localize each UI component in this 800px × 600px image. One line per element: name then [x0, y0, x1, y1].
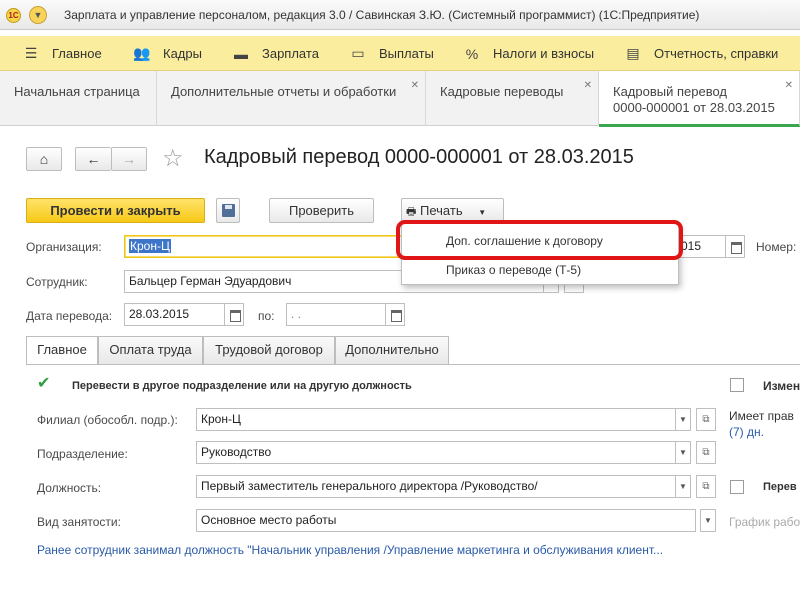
section-payments[interactable]: ▭ Выплаты	[349, 36, 434, 71]
section-reports[interactable]: ▤ Отчетность, справки	[624, 36, 778, 71]
department-label: Подразделение:	[37, 447, 128, 461]
organization-field[interactable]: Крон-Ц	[124, 235, 404, 258]
main-menu-button[interactable]: ▼	[29, 6, 47, 24]
transfer-checkbox[interactable]: ✔	[37, 376, 50, 392]
employment-type-dropdown-icon[interactable]: ▼	[700, 509, 716, 532]
department-dropdown-icon[interactable]: ▼	[675, 441, 691, 464]
branch-label: Филиал (обособл. подр.):	[37, 413, 178, 427]
vacation-days-link[interactable]: (7) дн.	[729, 425, 764, 439]
section-salary[interactable]: ▬ Зарплата	[232, 36, 319, 71]
print-menu-item-transfer-order[interactable]: Приказ о переводе (Т-5)	[402, 256, 680, 284]
reports-icon: ▤	[626, 45, 640, 61]
printer-icon: 🖶	[406, 206, 417, 218]
post-and-close-button[interactable]: Провести и закрыть	[26, 198, 205, 223]
department-field[interactable]: Руководство	[196, 441, 676, 464]
floppy-disk-icon	[222, 204, 235, 217]
calendar-icon[interactable]	[224, 303, 244, 326]
save-button[interactable]	[216, 198, 240, 223]
schedule-label: График рабо	[729, 515, 800, 529]
branch-open-icon[interactable]: ⧉	[696, 408, 716, 431]
window-tab-transfer-doc[interactable]: Кадровый перевод 0000-000001 от 28.03.20…	[599, 71, 800, 127]
change-label: Измен	[763, 379, 800, 393]
position-field[interactable]: Первый заместитель генерального директор…	[196, 475, 676, 498]
window-tab-reports[interactable]: Дополнительные отчеты и обработки ✕	[157, 71, 426, 126]
tab-labor-contract[interactable]: Трудовой договор	[203, 336, 335, 364]
back-button[interactable]: ←	[75, 147, 111, 171]
end-date-field[interactable]: . .	[286, 303, 386, 326]
section-main[interactable]: ☰ Главное	[22, 36, 102, 71]
favorite-star-icon[interactable]: ☆	[162, 144, 184, 173]
rate-checkbox-label: Перев	[763, 481, 797, 493]
calendar-icon[interactable]	[385, 303, 405, 326]
people-icon: 👥	[133, 45, 151, 61]
home-button[interactable]: ⌂	[26, 147, 62, 171]
money-icon: ▬	[234, 45, 248, 62]
arrow-right-icon: →	[122, 151, 136, 167]
number-label: Номер:	[756, 240, 797, 254]
forward-button[interactable]: →	[111, 147, 147, 171]
sections-panel: ☰ Главное 👥 Кадры ▬ Зарплата ▭ Выплаты % Нало…	[0, 36, 800, 71]
change-checkbox[interactable]	[730, 378, 744, 392]
window-titlebar: 1С ▼ Зарплата и управление персоналом, р…	[0, 0, 800, 30]
position-open-icon[interactable]: ⧉	[696, 475, 716, 498]
branch-field[interactable]: Крон-Ц	[196, 408, 676, 431]
arrow-left-icon: ←	[86, 151, 101, 167]
tab-additional[interactable]: Дополнительно	[335, 336, 449, 364]
organization-label: Организация:	[26, 240, 102, 254]
open-windows-bar: Начальная страница Дополнительные отчеты…	[0, 71, 800, 127]
employee-label: Сотрудник:	[26, 275, 88, 289]
window-tab-home[interactable]: Начальная страница	[0, 71, 157, 126]
page-title: Кадровый перевод 0000-000001 от 28.03.20…	[204, 146, 634, 168]
employment-type-label: Вид занятости:	[37, 515, 121, 529]
chevron-down-icon: ▼	[478, 208, 487, 217]
transfer-checkbox-label: Перевести в другое подразделение или на …	[72, 380, 412, 392]
employment-type-field[interactable]: Основное место работы	[196, 509, 696, 532]
branch-dropdown-icon[interactable]: ▼	[675, 408, 691, 431]
home-icon: ⌂	[39, 151, 49, 167]
section-taxes[interactable]: % Налоги и взносы	[463, 36, 594, 71]
check-button[interactable]: Проверить	[269, 198, 374, 223]
rate-checkbox[interactable]	[730, 480, 744, 494]
window-tab-transfers[interactable]: Кадровые переводы ✕	[426, 71, 599, 126]
payments-icon: ▭	[351, 45, 365, 61]
close-icon[interactable]: ✕	[411, 80, 419, 91]
section-hr[interactable]: 👥 Кадры	[133, 36, 202, 71]
window-title: Зарплата и управление персоналом, редакц…	[64, 8, 700, 22]
app-logo-icon: 1С	[6, 8, 21, 23]
previous-position-link[interactable]: Ранее сотрудник занимал должность "Начал…	[37, 543, 663, 557]
percent-icon: %	[465, 45, 479, 62]
position-label: Должность:	[37, 481, 102, 495]
department-open-icon[interactable]: ⧉	[696, 441, 716, 464]
document-date-field[interactable]: 015	[676, 235, 726, 258]
to-label: по:	[258, 309, 275, 323]
tab-main[interactable]: Главное	[26, 336, 98, 365]
vacation-right-text: Имеет прав	[729, 409, 794, 423]
position-dropdown-icon[interactable]: ▼	[675, 475, 691, 498]
tab-payment[interactable]: Оплата труда	[98, 336, 203, 364]
transfer-date-label: Дата перевода:	[26, 309, 113, 323]
highlight-frame	[396, 220, 683, 260]
tab-divider	[26, 364, 800, 365]
close-icon[interactable]: ✕	[785, 80, 793, 91]
transfer-date-field[interactable]: 28.03.2015	[124, 303, 225, 326]
close-icon[interactable]: ✕	[584, 80, 592, 91]
menu-icon: ☰	[24, 45, 38, 61]
calendar-icon[interactable]	[725, 235, 745, 258]
